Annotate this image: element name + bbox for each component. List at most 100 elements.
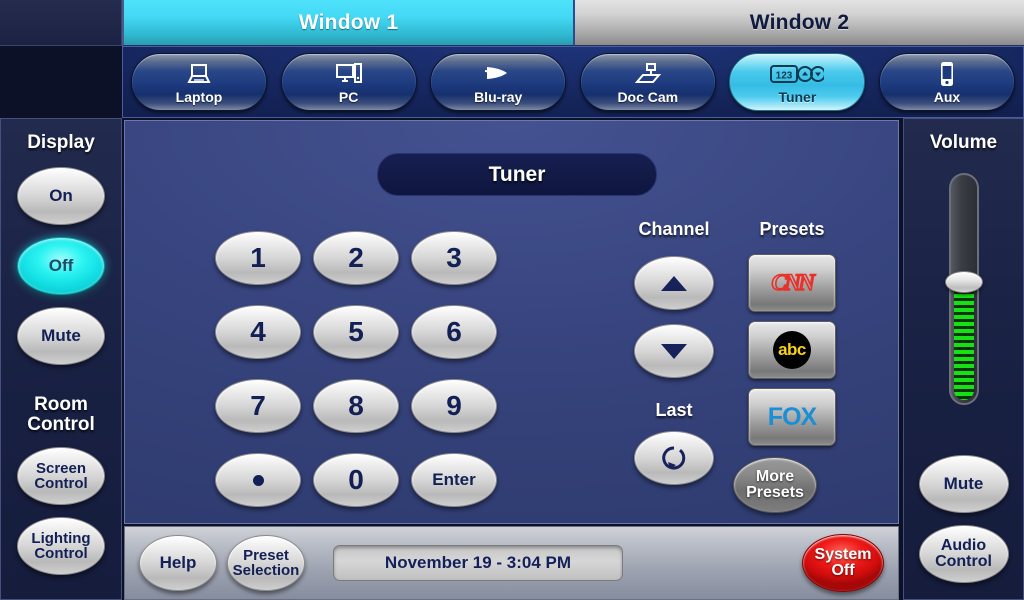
display-on-button[interactable]: On (17, 166, 105, 225)
svg-text:123: 123 (776, 70, 793, 81)
source-button-bluray[interactable]: Blu-ray (430, 53, 567, 111)
corner-filler-panel (0, 0, 122, 46)
left-sidebar: Display On Off Mute Room Control Screen … (0, 118, 122, 600)
last-channel-button[interactable] (634, 431, 714, 485)
main-content-panel: Tuner 1 2 3 4 5 6 7 8 9 0 Enter Channel … (124, 120, 899, 524)
presets-group: Presets CNN abc FOX More Presets (733, 219, 851, 513)
lighting-control-label-line2: Control (34, 544, 88, 562)
display-mute-label: Mute (41, 326, 81, 346)
keypad-key-3[interactable]: 3 (411, 231, 497, 285)
preset-selection-label-line1: Preset (243, 546, 289, 564)
room-control-title-line2: Control (27, 413, 95, 435)
help-button[interactable]: Help (139, 535, 217, 591)
more-presets-button[interactable]: More Presets (733, 457, 817, 513)
presets-section-label: Presets (759, 219, 825, 239)
screen-control-label-line2: Control (34, 474, 88, 492)
keypad-key-enter[interactable]: Enter (411, 453, 497, 507)
audio-control-label-line2: Control (935, 552, 992, 570)
preset-selection-label-line2: Selection (232, 562, 300, 579)
source-button-tuner-label: Tuner (778, 88, 817, 105)
keypad-key-7[interactable]: 7 (215, 379, 301, 433)
lighting-control-button[interactable]: Lighting Control (17, 516, 105, 575)
volume-section-title: Volume (929, 132, 998, 153)
tab-window-2[interactable]: Window 2 (573, 0, 1024, 46)
datetime-text: November 19 - 3:04 PM (384, 553, 572, 572)
page-title-label: Tuner (488, 162, 546, 186)
document-camera-icon (633, 61, 663, 87)
source-button-pc[interactable]: PC (280, 53, 417, 111)
volume-slider-thumb[interactable] (944, 271, 983, 294)
keypad-key-1[interactable]: 1 (215, 231, 301, 285)
source-button-aux[interactable]: Aux (878, 53, 1015, 111)
display-on-label: On (49, 186, 73, 206)
system-off-label-line2: Off (831, 562, 855, 579)
system-off-label-line1: System (814, 545, 872, 563)
keypad-key-7-label: 7 (250, 389, 266, 421)
channel-control-group: Channel Last (615, 219, 733, 485)
audio-mute-button[interactable]: Mute (918, 454, 1009, 513)
page-title: Tuner (377, 153, 657, 196)
numeric-keypad: 1 2 3 4 5 6 7 8 9 0 Enter (209, 221, 503, 517)
audio-control-label-line1: Audio (940, 536, 987, 554)
channel-up-button[interactable] (634, 256, 714, 310)
tab-window-1[interactable]: Window 1 (122, 0, 573, 46)
desktop-pc-icon (334, 61, 364, 87)
preset-button-fox[interactable]: FOX (748, 388, 836, 446)
preset-button-abc[interactable]: abc (748, 321, 836, 379)
help-button-label: Help (159, 553, 197, 573)
source-selection-bar: Laptop PC Blu-ray Doc Cam 123 Tuner Aux (122, 46, 1024, 118)
preset-selection-button[interactable]: Preset Selection (227, 535, 305, 591)
bluray-icon (481, 61, 515, 87)
source-button-tuner[interactable]: 123 Tuner (729, 53, 866, 111)
abc-logo: abc (773, 331, 811, 369)
room-control-title-line1: Room (34, 393, 88, 415)
tuner-icon: 123 (770, 61, 825, 87)
keypad-key-4[interactable]: 4 (215, 305, 301, 359)
system-off-button[interactable]: System Off (802, 534, 884, 592)
screen-control-button[interactable]: Screen Control (17, 446, 105, 505)
keypad-key-5[interactable]: 5 (313, 305, 399, 359)
dot-icon (252, 474, 264, 486)
lighting-control-label-line1: Lighting (31, 529, 91, 547)
screen-control-label-line1: Screen (35, 459, 87, 477)
audio-control-button[interactable]: Audio Control (918, 524, 1009, 583)
more-presets-label-line1: More (755, 467, 795, 485)
display-off-button[interactable]: Off (17, 236, 105, 295)
channel-section-label: Channel (638, 219, 710, 239)
keypad-key-0-label: 0 (348, 463, 364, 495)
display-off-label: Off (48, 256, 74, 276)
cnn-logo: CNN (771, 269, 816, 296)
room-control-section-title: Room Control (1, 393, 121, 435)
window-tab-bar: Window 1 Window 2 (122, 0, 1024, 46)
source-button-aux-label: Aux (933, 88, 961, 105)
last-section-label: Last (655, 400, 693, 420)
mobile-device-icon (937, 61, 957, 87)
right-sidebar: Volume Mute Audio Control (903, 118, 1024, 600)
bottom-toolbar: Help Preset Selection November 19 - 3:04… (124, 526, 899, 600)
source-button-pc-label: PC (338, 88, 359, 105)
preset-button-cnn[interactable]: CNN (748, 254, 836, 312)
keypad-key-6-label: 6 (446, 315, 462, 347)
keypad-key-8-label: 8 (348, 389, 364, 421)
fox-logo: FOX (767, 402, 817, 431)
keypad-key-0[interactable]: 0 (313, 453, 399, 507)
keypad-key-4-label: 4 (250, 315, 266, 347)
tab-window-2-label: Window 2 (749, 10, 850, 34)
source-button-laptop[interactable]: Laptop (131, 53, 267, 111)
keypad-key-6[interactable]: 6 (411, 305, 497, 359)
source-button-laptop-label: Laptop (175, 88, 223, 105)
keypad-key-9[interactable]: 9 (411, 379, 497, 433)
source-button-doc-cam-label: Doc Cam (617, 88, 679, 105)
circular-arrow-icon (659, 443, 689, 473)
keypad-key-enter-label: Enter (432, 470, 476, 490)
volume-slider-fill (953, 280, 974, 400)
source-button-doc-cam[interactable]: Doc Cam (579, 53, 716, 111)
keypad-key-2-label: 2 (348, 241, 364, 273)
display-mute-button[interactable]: Mute (17, 306, 105, 365)
keypad-key-5-label: 5 (348, 315, 364, 347)
more-presets-label-line2: Presets (746, 484, 804, 501)
keypad-key-8[interactable]: 8 (313, 379, 399, 433)
keypad-key-dot[interactable] (215, 453, 301, 507)
keypad-key-2[interactable]: 2 (313, 231, 399, 285)
channel-down-button[interactable] (634, 324, 714, 378)
